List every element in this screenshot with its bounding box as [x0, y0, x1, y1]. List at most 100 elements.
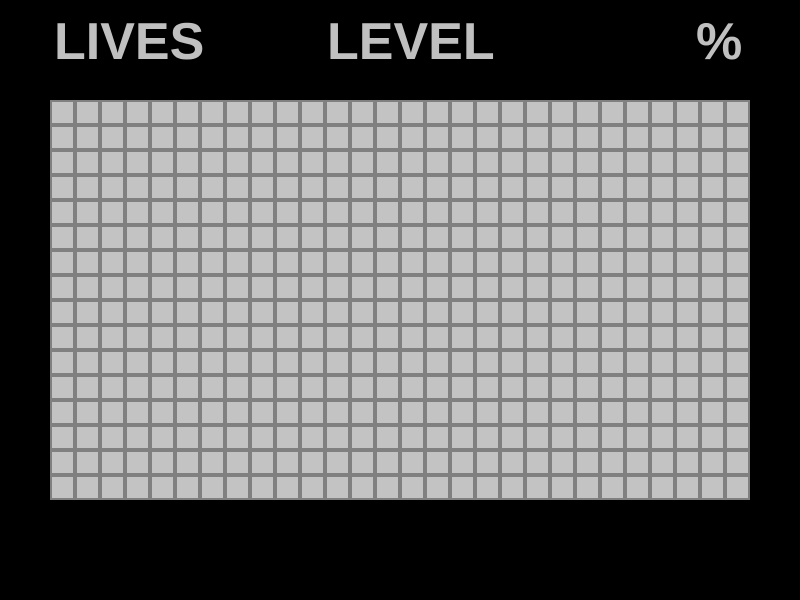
grid-cell[interactable]	[275, 100, 300, 125]
grid-cell[interactable]	[225, 250, 250, 275]
grid-cell[interactable]	[625, 225, 650, 250]
grid-cell[interactable]	[100, 175, 125, 200]
grid-cell[interactable]	[200, 400, 225, 425]
grid-cell[interactable]	[150, 450, 175, 475]
grid-cell[interactable]	[600, 100, 625, 125]
grid-cell[interactable]	[625, 100, 650, 125]
grid-cell[interactable]	[375, 475, 400, 500]
grid-cell[interactable]	[75, 425, 100, 450]
grid-cell[interactable]	[100, 200, 125, 225]
grid-cell[interactable]	[100, 350, 125, 375]
grid-cell[interactable]	[150, 375, 175, 400]
grid-cell[interactable]	[325, 400, 350, 425]
grid-cell[interactable]	[675, 150, 700, 175]
grid-cell[interactable]	[675, 300, 700, 325]
grid-cell[interactable]	[50, 150, 75, 175]
grid-cell[interactable]	[600, 200, 625, 225]
grid-cell[interactable]	[50, 375, 75, 400]
grid-cell[interactable]	[400, 100, 425, 125]
grid-cell[interactable]	[175, 175, 200, 200]
grid-cell[interactable]	[100, 475, 125, 500]
grid-cell[interactable]	[50, 300, 75, 325]
grid-cell[interactable]	[275, 175, 300, 200]
grid-cell[interactable]	[625, 350, 650, 375]
grid-cell[interactable]	[350, 250, 375, 275]
grid-cell[interactable]	[400, 300, 425, 325]
grid-cell[interactable]	[500, 150, 525, 175]
grid-cell[interactable]	[350, 275, 375, 300]
grid-cell[interactable]	[125, 425, 150, 450]
grid-cell[interactable]	[575, 175, 600, 200]
grid-cell[interactable]	[100, 125, 125, 150]
grid-cell[interactable]	[675, 275, 700, 300]
grid-cell[interactable]	[575, 100, 600, 125]
grid-cell[interactable]	[400, 350, 425, 375]
grid-cell[interactable]	[375, 375, 400, 400]
grid-cell[interactable]	[675, 450, 700, 475]
grid-cell[interactable]	[400, 250, 425, 275]
grid-cell[interactable]	[50, 400, 75, 425]
grid-cell[interactable]	[475, 150, 500, 175]
grid-cell[interactable]	[300, 175, 325, 200]
grid-cell[interactable]	[50, 125, 75, 150]
grid-cell[interactable]	[50, 200, 75, 225]
grid-cell[interactable]	[125, 125, 150, 150]
grid-cell[interactable]	[425, 475, 450, 500]
grid-cell[interactable]	[125, 450, 150, 475]
grid-cell[interactable]	[350, 450, 375, 475]
grid-cell[interactable]	[250, 175, 275, 200]
grid-cell[interactable]	[675, 100, 700, 125]
grid-cell[interactable]	[375, 150, 400, 175]
grid-cell[interactable]	[600, 400, 625, 425]
grid-cell[interactable]	[625, 200, 650, 225]
grid-cell[interactable]	[525, 225, 550, 250]
grid-cell[interactable]	[200, 300, 225, 325]
grid-cell[interactable]	[525, 200, 550, 225]
grid-cell[interactable]	[675, 200, 700, 225]
grid-cell[interactable]	[50, 100, 75, 125]
grid-cell[interactable]	[125, 325, 150, 350]
grid-cell[interactable]	[150, 300, 175, 325]
grid-cell[interactable]	[225, 100, 250, 125]
grid-cell[interactable]	[550, 250, 575, 275]
grid-cell[interactable]	[100, 100, 125, 125]
grid-cell[interactable]	[650, 325, 675, 350]
grid-cell[interactable]	[325, 350, 350, 375]
grid-cell[interactable]	[400, 150, 425, 175]
grid-cell[interactable]	[350, 400, 375, 425]
grid-cell[interactable]	[275, 375, 300, 400]
grid-cell[interactable]	[525, 475, 550, 500]
grid-cell[interactable]	[525, 400, 550, 425]
grid-cell[interactable]	[450, 325, 475, 350]
grid-cell[interactable]	[550, 475, 575, 500]
grid-cell[interactable]	[350, 475, 375, 500]
grid-cell[interactable]	[725, 325, 750, 350]
grid-cell[interactable]	[425, 425, 450, 450]
grid-cell[interactable]	[325, 100, 350, 125]
grid-cell[interactable]	[50, 250, 75, 275]
grid-cell[interactable]	[625, 425, 650, 450]
grid-cell[interactable]	[550, 275, 575, 300]
grid-cell[interactable]	[325, 425, 350, 450]
grid-cell[interactable]	[125, 475, 150, 500]
grid-cell[interactable]	[225, 275, 250, 300]
grid-cell[interactable]	[200, 375, 225, 400]
grid-cell[interactable]	[100, 275, 125, 300]
grid-cell[interactable]	[350, 150, 375, 175]
grid-cell[interactable]	[575, 450, 600, 475]
grid-cell[interactable]	[375, 175, 400, 200]
grid-cell[interactable]	[175, 425, 200, 450]
grid-cell[interactable]	[700, 125, 725, 150]
grid-cell[interactable]	[550, 300, 575, 325]
grid-cell[interactable]	[300, 300, 325, 325]
grid-cell[interactable]	[150, 200, 175, 225]
grid-cell[interactable]	[650, 275, 675, 300]
grid-cell[interactable]	[175, 325, 200, 350]
grid-cell[interactable]	[575, 150, 600, 175]
grid-cell[interactable]	[175, 150, 200, 175]
grid-cell[interactable]	[150, 125, 175, 150]
grid-cell[interactable]	[225, 425, 250, 450]
grid-cell[interactable]	[625, 475, 650, 500]
grid-cell[interactable]	[400, 200, 425, 225]
grid-cell[interactable]	[200, 425, 225, 450]
